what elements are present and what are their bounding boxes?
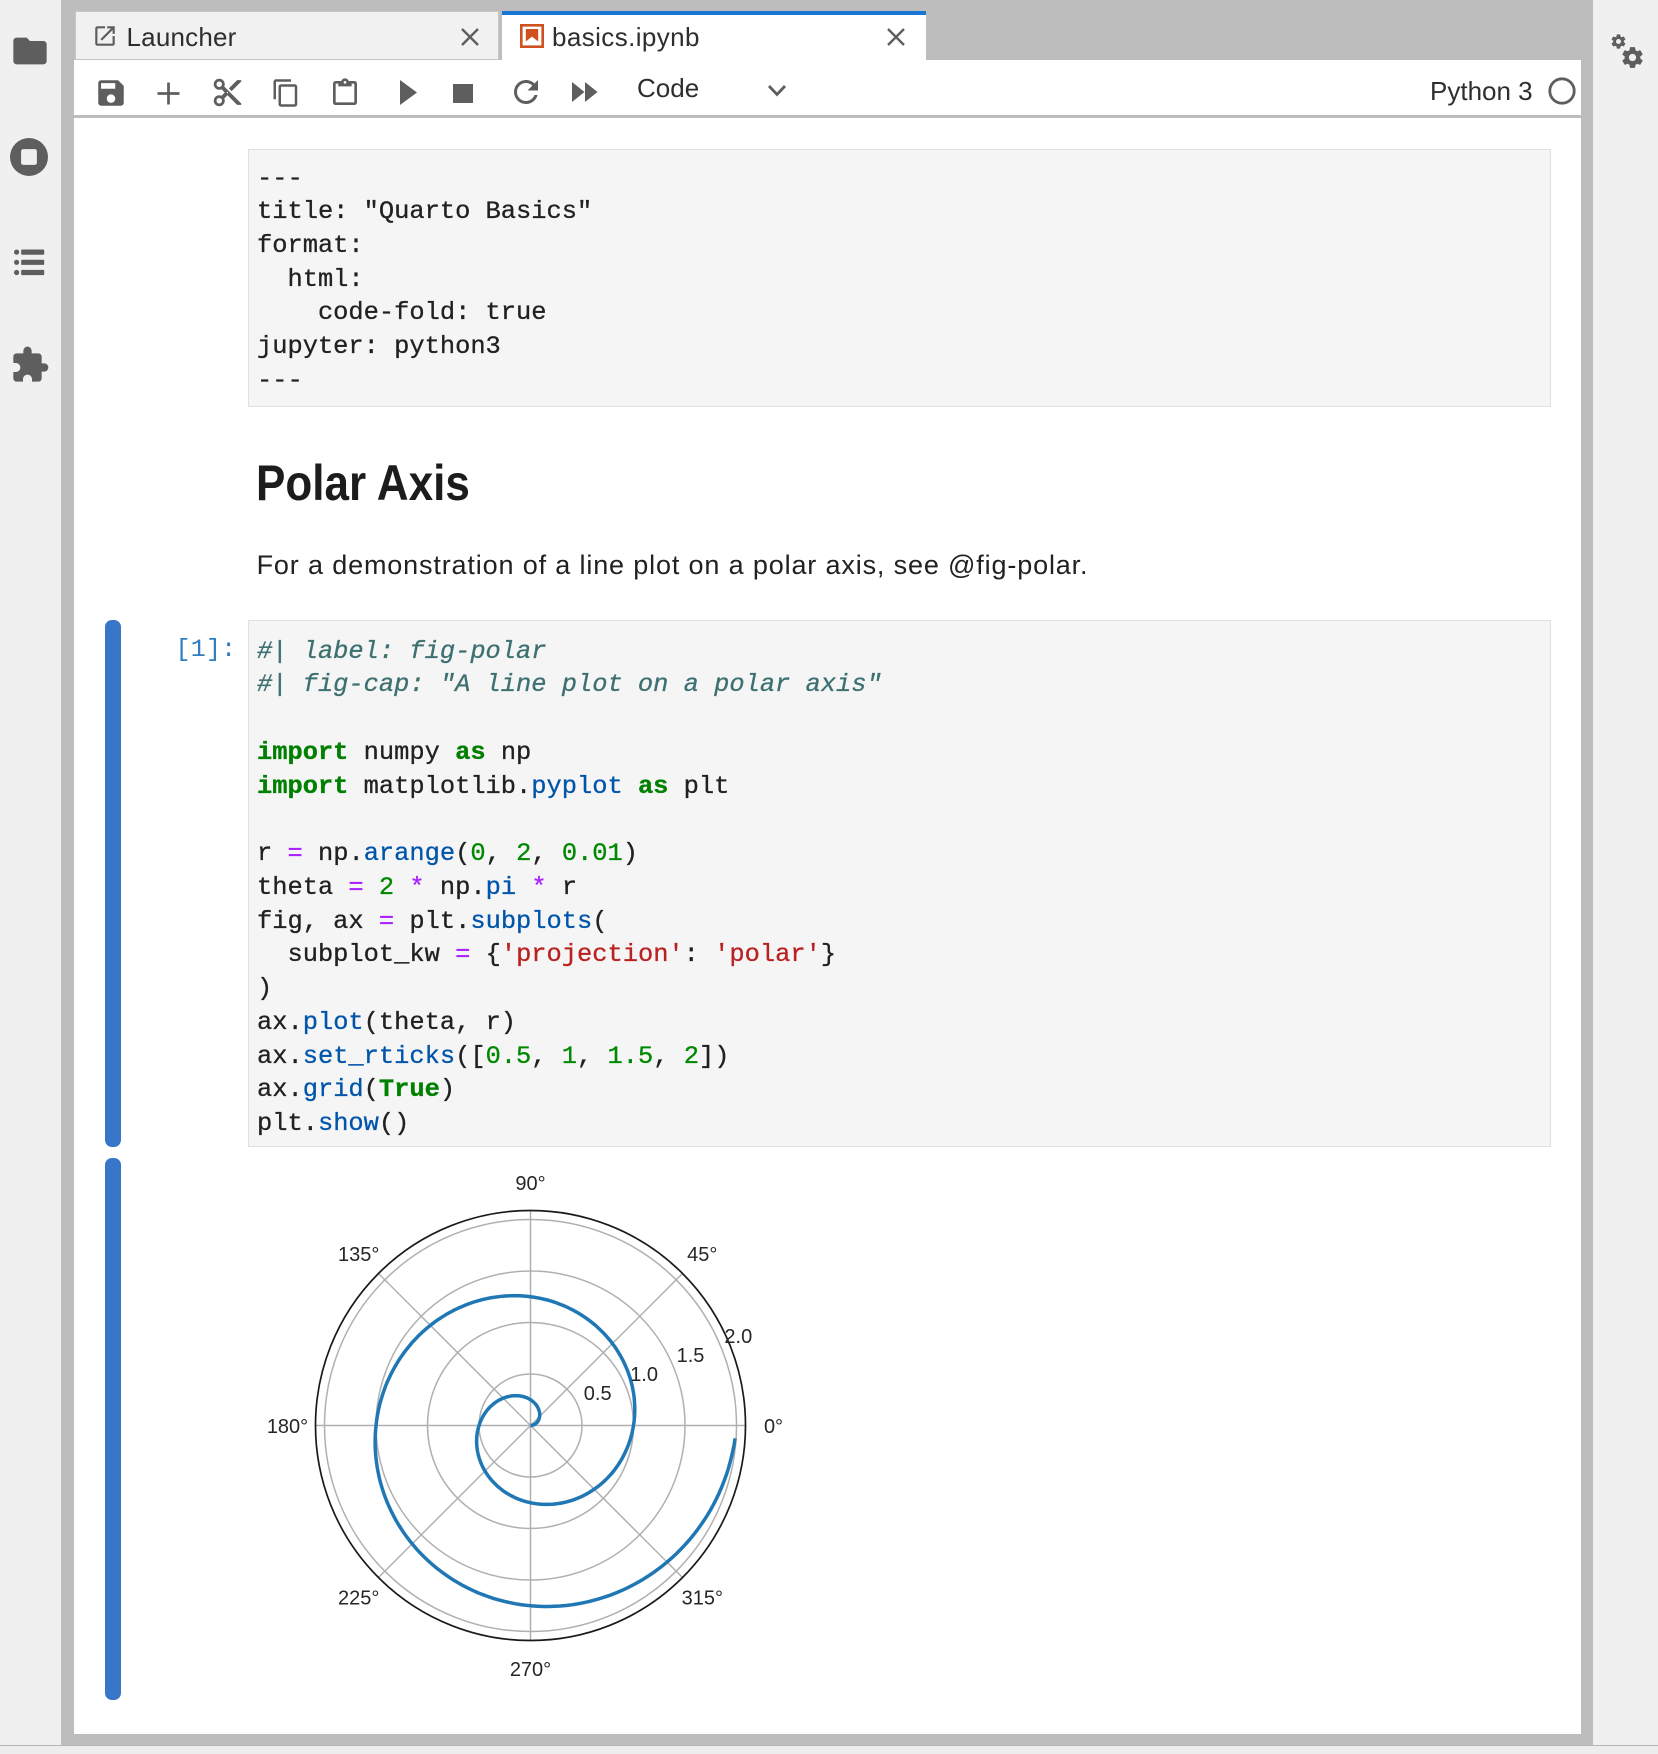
svg-text:0°: 0° xyxy=(764,1416,783,1438)
svg-text:225°: 225° xyxy=(338,1588,379,1610)
svg-text:0.5: 0.5 xyxy=(584,1383,612,1405)
svg-text:2.0: 2.0 xyxy=(724,1326,752,1348)
svg-text:1.0: 1.0 xyxy=(630,1364,658,1386)
svg-text:315°: 315° xyxy=(682,1588,723,1610)
svg-text:1.5: 1.5 xyxy=(677,1345,705,1367)
svg-text:270°: 270° xyxy=(510,1659,551,1681)
svg-text:135°: 135° xyxy=(338,1244,379,1266)
svg-text:180°: 180° xyxy=(267,1416,308,1438)
svg-text:45°: 45° xyxy=(687,1244,717,1266)
svg-text:90°: 90° xyxy=(515,1173,545,1195)
